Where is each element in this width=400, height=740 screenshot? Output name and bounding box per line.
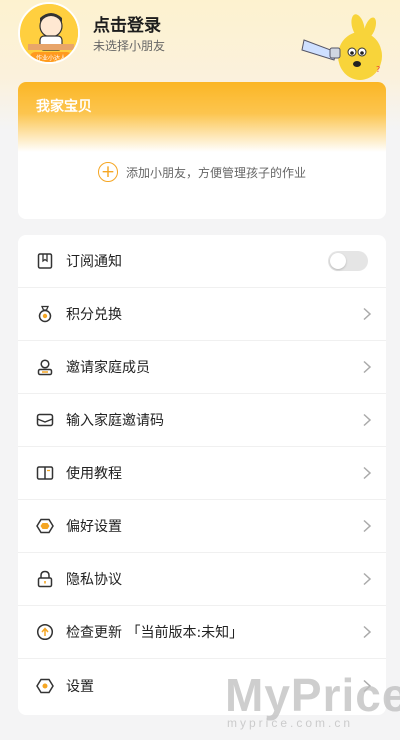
avatar[interactable]: 作业小达人 (18, 2, 80, 64)
menu-item-label: 输入家庭邀请码 (66, 413, 164, 429)
menu-item-privacy[interactable]: 隐私协议 (18, 553, 386, 606)
settings-menu: 订阅通知 积分兑换 邀请家庭成员 输入家庭邀请码 使用教程 偏好设置 隐私协议 … (18, 235, 386, 715)
menu-item-label: 订阅通知 (66, 254, 122, 270)
settings-icon (36, 678, 54, 693)
upload-icon (36, 623, 54, 641)
watermark-url: myprice.com.cn (227, 716, 354, 730)
login-title[interactable]: 点击登录 (93, 11, 161, 36)
lock-icon (37, 570, 53, 588)
avatar-illustration-icon: 作业小达人 (20, 4, 78, 62)
watermark: MyPrice myprice.com.cn (225, 668, 400, 738)
svg-text:?: ? (376, 65, 380, 74)
chevron-right-icon (363, 466, 372, 480)
chevron-right-icon (363, 519, 372, 533)
bookmark-icon (37, 253, 53, 269)
medal-icon (38, 305, 52, 323)
chevron-right-icon (363, 572, 372, 586)
menu-item-label: 使用教程 (66, 466, 122, 482)
menu-item-subscribe-notification[interactable]: 订阅通知 (18, 235, 386, 288)
baby-card-title: 我家宝贝 (36, 99, 92, 115)
menu-item-label: 邀请家庭成员 (66, 360, 150, 376)
book-icon (36, 466, 54, 480)
envelope-icon (36, 413, 54, 427)
chevron-right-icon (363, 413, 372, 427)
svg-text:作业小达人: 作业小达人 (36, 54, 66, 62)
notification-toggle[interactable] (328, 251, 368, 271)
add-child-button[interactable]: + 添加小朋友，方便管理孩子的作业 (18, 161, 386, 183)
menu-item-label: 隐私协议 (66, 572, 122, 588)
menu-item-label: 积分兑换 (66, 307, 122, 323)
hexagon-icon (36, 518, 54, 534)
menu-item-preferences[interactable]: 偏好设置 (18, 500, 386, 553)
menu-item-label: 检查更新 「当前版本:未知」 (66, 625, 244, 641)
chevron-right-icon (363, 625, 372, 639)
chevron-right-icon (363, 307, 372, 321)
toggle-knob (330, 253, 346, 269)
menu-item-label: 设置 (66, 678, 94, 695)
menu-item-label: 偏好设置 (66, 519, 122, 535)
menu-item-invite-family[interactable]: 邀请家庭成员 (18, 341, 386, 394)
menu-item-points-exchange[interactable]: 积分兑换 (18, 288, 386, 341)
profile-header: 作业小达人 点击登录 未选择小朋友 ? (0, 0, 400, 82)
baby-card-header (18, 82, 386, 152)
plus-circle-icon: + (97, 162, 118, 182)
add-child-label: 添加小朋友，方便管理孩子的作业 (125, 165, 306, 180)
chevron-right-icon (363, 360, 372, 374)
selected-child-status: 未选择小朋友 (93, 39, 166, 53)
my-baby-card: 我家宝贝 + 添加小朋友，方便管理孩子的作业 (18, 82, 386, 219)
mascot-illustration-icon: ? (301, 14, 382, 80)
watermark-logo: MyPrice (225, 669, 400, 721)
user-icon (37, 359, 53, 376)
menu-item-tutorial[interactable]: 使用教程 (18, 447, 386, 500)
menu-item-enter-invite-code[interactable]: 输入家庭邀请码 (18, 394, 386, 447)
menu-item-check-update[interactable]: 检查更新 「当前版本:未知」 (18, 606, 386, 659)
